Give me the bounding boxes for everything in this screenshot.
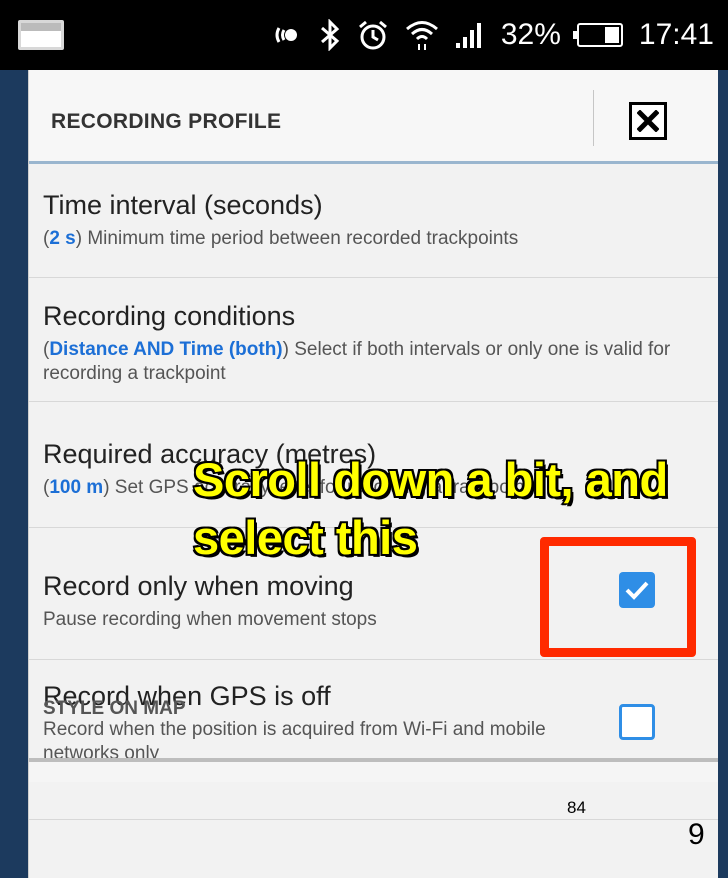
slide-number: 9: [688, 818, 705, 851]
setting-time-interval[interactable]: Time interval (seconds) (2 s) Minimum ti…: [29, 167, 718, 278]
wifi-icon: [405, 21, 438, 50]
gallery-icon: [18, 20, 64, 50]
close-button[interactable]: [629, 102, 667, 140]
battery-icon: [572, 23, 623, 47]
setting-value: 2 s: [49, 228, 76, 249]
dialog-title: RECORDING PROFILE: [51, 110, 282, 133]
status-icons: 32% 17:41: [273, 0, 714, 70]
battery-percentage: 32%: [500, 18, 561, 51]
setting-value: Distance AND Time (both): [49, 339, 283, 360]
setting-description: (2 s) Minimum time period between record…: [43, 228, 519, 249]
close-icon: [637, 110, 659, 132]
setting-title: Recording conditions: [43, 301, 296, 331]
tutorial-annotation-line1: Scroll down a bit, and: [192, 452, 670, 508]
nfc-icon: [275, 27, 297, 43]
alarm-icon: [358, 20, 387, 50]
clock-time: 17:41: [638, 18, 714, 51]
bluetooth-icon: [320, 19, 340, 51]
tutorial-annotation-line2: select this: [191, 510, 419, 566]
setting-description-text: Minimum time period between recorded tra…: [82, 228, 519, 249]
page-number: 84: [567, 798, 586, 817]
setting-description: (Distance AND Time (both)) Select if bot…: [43, 339, 671, 384]
record-when-gps-off-checkbox[interactable]: [619, 704, 655, 740]
highlight-box: [540, 537, 696, 657]
setting-recording-conditions[interactable]: Recording conditions (Distance AND Time …: [29, 278, 718, 402]
status-bar: 32% 17:41: [0, 0, 728, 70]
header-divider: [593, 90, 594, 146]
setting-value: 100 m: [49, 477, 104, 498]
setting-record-when-gps-off[interactable]: Record when GPS is off Record when the p…: [29, 660, 718, 820]
dialog-header: RECORDING PROFILE: [29, 70, 718, 164]
signal-icon: [455, 23, 481, 48]
setting-title: Time interval (seconds): [43, 190, 323, 220]
next-section: [29, 762, 718, 782]
section-header-style-on-map: STYLE ON MAP: [43, 698, 186, 719]
